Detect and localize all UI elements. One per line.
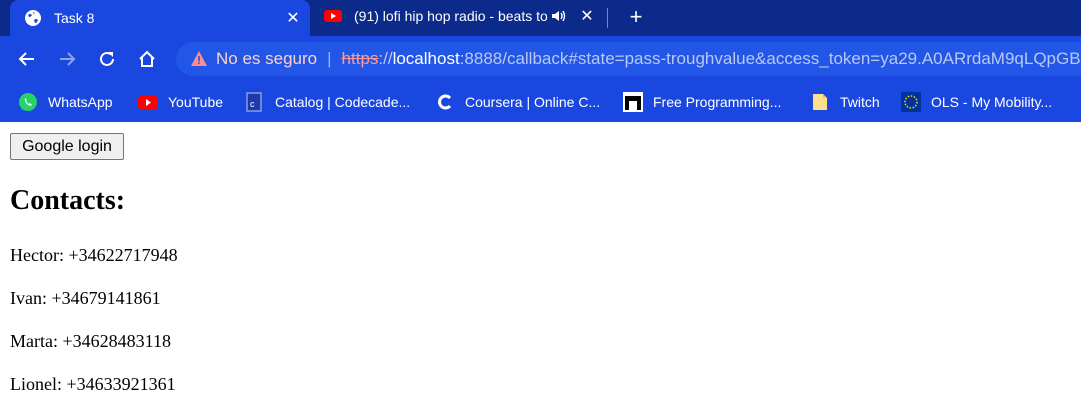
- globe-icon: [25, 10, 41, 26]
- url-host: localhost: [392, 49, 460, 68]
- reload-button[interactable]: [93, 45, 121, 73]
- tab-title: (91) lofi hip hop radio - beats to relax…: [354, 8, 550, 24]
- svg-text:c: c: [250, 99, 255, 109]
- bookmark-label: Free Programming...: [653, 94, 782, 110]
- bookmark-codecademy[interactable]: c Catalog | Codecade...: [245, 91, 410, 113]
- tab-separator: [607, 8, 608, 28]
- tab-strip: Task 8 ✕ (91) lofi hip hop radio - beats…: [0, 0, 1081, 36]
- youtube-icon: [138, 96, 158, 109]
- bookmark-label: Twitch: [840, 94, 880, 110]
- contact-item: Marta: +34628483118: [10, 331, 171, 351]
- bookmark-label: OLS - My Mobility...: [931, 94, 1053, 110]
- browser-toolbar: No es seguro | https :// localhost :8888…: [0, 36, 1081, 82]
- url-scheme: https: [341, 49, 379, 68]
- bookmarks-bar: WhatsApp YouTube c Catalog | Codecade...…: [0, 82, 1081, 122]
- warning-icon[interactable]: [190, 50, 208, 68]
- eu-flag-icon: [901, 92, 921, 112]
- bookmark-ols[interactable]: OLS - My Mobility...: [901, 91, 1052, 113]
- youtube-icon: [324, 10, 342, 22]
- freecodecamp-icon: [623, 92, 643, 112]
- home-button[interactable]: [133, 45, 161, 73]
- close-icon[interactable]: ✕: [574, 3, 600, 29]
- url-scheme-suffix: ://: [378, 49, 393, 68]
- close-icon[interactable]: ✕: [280, 5, 306, 31]
- bookmark-coursera[interactable]: Coursera | Online C...: [435, 91, 600, 113]
- back-button[interactable]: [13, 45, 41, 73]
- folder-icon: [813, 94, 827, 110]
- contact-item: Lionel: +34633921361: [10, 374, 176, 394]
- bookmark-label: YouTube: [168, 94, 224, 110]
- bookmark-freecodecamp[interactable]: Free Programming...: [623, 91, 781, 113]
- security-label[interactable]: No es seguro: [216, 49, 317, 69]
- contact-item: Ivan: +34679141861: [10, 288, 161, 308]
- bookmark-twitch[interactable]: Twitch: [810, 91, 880, 113]
- arrow-left-icon: [18, 52, 34, 66]
- omnibox-separator: |: [327, 49, 332, 68]
- url-path: :8888/callback#state=pass-troughvalue&ac…: [459, 49, 1081, 68]
- bookmark-label: Catalog | Codecade...: [275, 94, 411, 110]
- tab-task-8[interactable]: Task 8 ✕: [10, 0, 310, 36]
- reload-icon: [100, 51, 114, 66]
- arrow-right-icon: [60, 52, 76, 66]
- coursera-icon: [438, 94, 452, 110]
- codecademy-icon: c: [246, 92, 262, 112]
- new-tab-button[interactable]: +: [622, 3, 650, 31]
- forward-button[interactable]: [53, 45, 81, 73]
- address-bar[interactable]: No es seguro | https :// localhost :8888…: [176, 42, 1081, 76]
- whatsapp-icon: [19, 93, 37, 111]
- bookmark-whatsapp[interactable]: WhatsApp: [18, 91, 113, 113]
- speaker-icon[interactable]: [550, 7, 568, 25]
- contacts-heading: Contacts:: [10, 185, 126, 216]
- bookmark-label: WhatsApp: [48, 94, 113, 110]
- home-icon: [139, 50, 155, 67]
- google-login-button[interactable]: Google login: [10, 133, 124, 160]
- tab-lofi-radio[interactable]: (91) lofi hip hop radio - beats to relax…: [312, 0, 604, 32]
- tab-title: Task 8: [54, 10, 95, 26]
- bookmark-label: Coursera | Online C...: [465, 94, 601, 110]
- page-content: Google login Contacts: Hector: +34622717…: [0, 122, 1081, 400]
- contact-item: Hector: +34622717948: [10, 245, 178, 265]
- bookmark-youtube[interactable]: YouTube: [138, 91, 223, 113]
